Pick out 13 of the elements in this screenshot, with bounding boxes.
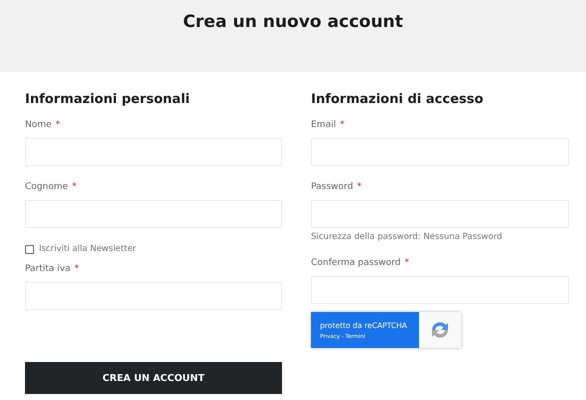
checkbox-label: Iscriviti alla Newsletter — [39, 244, 136, 254]
field-label: Nome * — [25, 120, 62, 132]
field-label: Email * — [311, 120, 346, 132]
password-strength-text: Sicurezza della password: Nessuna Password — [311, 232, 504, 244]
section-heading: Informazioni di accesso — [311, 92, 484, 109]
checkbox[interactable] — [25, 244, 34, 254]
field-label: Partita iva * — [25, 264, 80, 276]
create-account-button[interactable]: CREA UN ACCOUNT — [25, 362, 282, 394]
field-label: Password * — [311, 182, 363, 194]
page-title: Crea un nuovo account — [182, 12, 404, 34]
section-heading: Informazioni personali — [25, 92, 191, 109]
field-label: Conferma password * — [311, 258, 410, 270]
field-label: Cognome * — [25, 182, 78, 194]
